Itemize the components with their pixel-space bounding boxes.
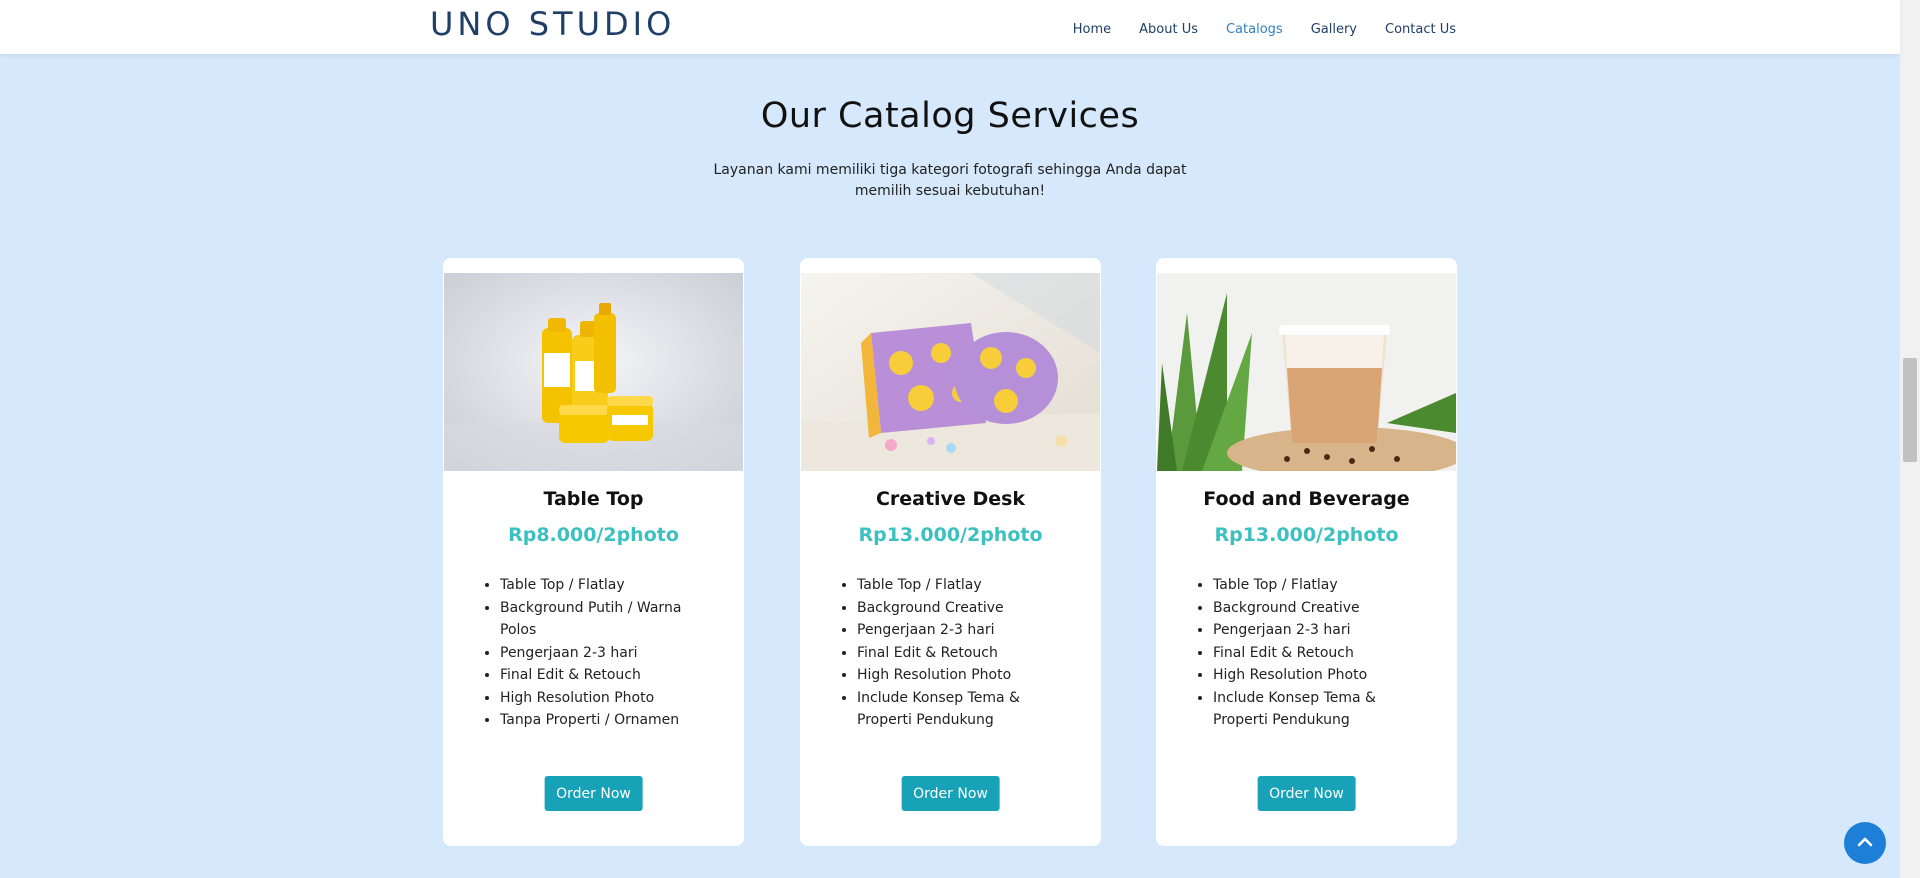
catalog-card-food-and-beverage: Food and Beverage Rp13.000/2photo Table …: [1156, 258, 1457, 846]
feature-item: Final Edit & Retouch: [857, 642, 1072, 665]
nav-link-contact-us[interactable]: Contact Us: [1385, 22, 1456, 37]
card-title: Food and Beverage: [1203, 488, 1410, 510]
feature-list: Table Top / Flatlay Background Creative …: [857, 574, 1072, 732]
nav-item-about: About Us: [1139, 18, 1198, 37]
nav-item-contact: Contact Us: [1385, 18, 1456, 37]
nav-link-catalogs[interactable]: Catalogs: [1226, 22, 1283, 37]
feature-item: Background Creative: [1213, 597, 1428, 620]
nav-item-home: Home: [1073, 18, 1111, 37]
feature-item: Background Creative: [857, 597, 1072, 620]
catalog-card-creative-desk: Creative Desk Rp13.000/2photo Table Top …: [800, 258, 1101, 846]
feature-item: Include Konsep Tema & Properti Pendukung: [1213, 687, 1428, 732]
card-image-creative-desk: [801, 273, 1100, 471]
section-description: Layanan kami memiliki tiga kategori foto…: [713, 162, 1187, 199]
feature-item: Pengerjaan 2-3 hari: [857, 619, 1072, 642]
feature-item: Pengerjaan 2-3 hari: [1213, 619, 1428, 642]
feature-item: Table Top / Flatlay: [1213, 574, 1428, 597]
feature-item: Include Konsep Tema & Properti Pendukung: [857, 687, 1072, 732]
order-now-button[interactable]: Order Now: [544, 776, 643, 811]
order-now-button[interactable]: Order Now: [901, 776, 1000, 811]
nav-item-catalogs: Catalogs: [1226, 18, 1283, 37]
card-title: Table Top: [543, 488, 644, 510]
card-price: Rp13.000/2photo: [858, 524, 1043, 546]
feature-list: Table Top / Flatlay Background Creative …: [1213, 574, 1428, 732]
card-title: Creative Desk: [875, 488, 1026, 510]
order-now-button[interactable]: Order Now: [1257, 776, 1356, 811]
feature-item: Table Top / Flatlay: [500, 574, 715, 597]
card-image-food-and-beverage: [1157, 273, 1456, 471]
nav-menu: Home About Us Catalogs Gallery Contact U…: [1045, 0, 1456, 54]
feature-item: High Resolution Photo: [1213, 664, 1428, 687]
feature-item: Tanpa Properti / Ornamen: [500, 709, 715, 732]
catalog-card-table-top: Table Top Rp8.000/2photo Table Top / Fla…: [443, 258, 744, 846]
card-price: Rp13.000/2photo: [1214, 524, 1399, 546]
back-to-top-button[interactable]: [1844, 822, 1886, 864]
feature-list: Table Top / Flatlay Background Putih / W…: [500, 574, 715, 732]
feature-item: High Resolution Photo: [857, 664, 1072, 687]
nav-item-gallery: Gallery: [1311, 18, 1357, 37]
scrollbar-thumb[interactable]: [1903, 358, 1917, 462]
nav-link-home[interactable]: Home: [1073, 22, 1111, 37]
nav-link-gallery[interactable]: Gallery: [1311, 22, 1357, 37]
feature-item: Table Top / Flatlay: [857, 574, 1072, 597]
card-price: Rp8.000/2photo: [508, 524, 679, 546]
page-scrollbar[interactable]: [1900, 0, 1920, 878]
feature-item: Final Edit & Retouch: [1213, 642, 1428, 665]
feature-item: High Resolution Photo: [500, 687, 715, 710]
brand-logo[interactable]: UNO STUDIO: [430, 5, 675, 43]
card-image-table-top: [444, 273, 743, 471]
feature-item: Final Edit & Retouch: [500, 664, 715, 687]
navbar: UNO STUDIO Home About Us Catalogs Galler…: [0, 0, 1900, 54]
feature-item: Background Putih / Warna Polos: [500, 597, 715, 642]
feature-item: Pengerjaan 2-3 hari: [500, 642, 715, 665]
section-title: Our Catalog Services: [760, 96, 1140, 136]
chevron-up-icon: [1856, 833, 1874, 854]
nav-link-about-us[interactable]: About Us: [1139, 22, 1198, 37]
